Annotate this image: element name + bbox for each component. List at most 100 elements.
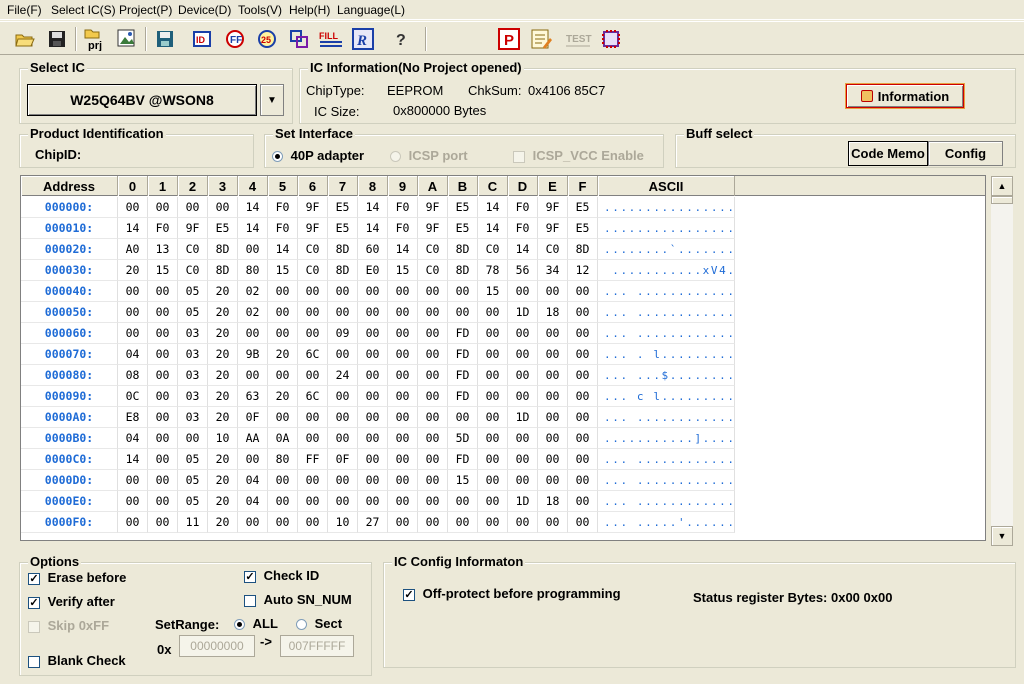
byte-cell[interactable]: 00: [268, 365, 298, 386]
byte-cell[interactable]: 00: [508, 449, 538, 470]
byte-cell[interactable]: 9B: [238, 344, 268, 365]
table-row[interactable]: 000070: 04 00 03 20 9B 20 6C 00 00 00 00 FD 00 00 00 00.…: [21, 344, 985, 365]
help-icon[interactable]: ?: [388, 27, 414, 51]
byte-cell[interactable]: 00: [148, 323, 178, 344]
byte-cell[interactable]: 11: [178, 512, 208, 533]
byte-cell[interactable]: 00: [418, 470, 448, 491]
auto-program-icon[interactable]: P: [496, 27, 522, 51]
menu-help[interactable]: Help(H): [289, 3, 330, 17]
byte-cell[interactable]: 14: [238, 218, 268, 239]
erase-before-checkbox[interactable]: ✓ Erase before: [28, 570, 126, 585]
byte-cell[interactable]: 00: [388, 302, 418, 323]
chip-select-icon[interactable]: [598, 27, 624, 51]
table-row[interactable]: 000010: 14 F0 9F E5 14 F0 9F E5 14 F0 9F E5 14 F0 9F E5.…: [21, 218, 985, 239]
byte-cell[interactable]: 15: [268, 260, 298, 281]
byte-cell[interactable]: 20: [208, 470, 238, 491]
byte-cell[interactable]: 00: [418, 302, 448, 323]
byte-cell[interactable]: 14: [118, 449, 148, 470]
byte-cell[interactable]: FD: [448, 449, 478, 470]
byte-cell[interactable]: 5D: [448, 428, 478, 449]
table-row[interactable]: 000040: 00 00 05 20 02 00 00 00 00 00 00 00 15 00 00 00.…: [21, 281, 985, 302]
byte-cell[interactable]: 05: [178, 449, 208, 470]
byte-cell[interactable]: 00: [358, 449, 388, 470]
byte-cell[interactable]: 00: [388, 491, 418, 512]
combo-dropdown-button[interactable]: ▼: [260, 84, 284, 116]
byte-cell[interactable]: 00: [298, 407, 328, 428]
byte-cell[interactable]: 14: [478, 197, 508, 218]
byte-cell[interactable]: F0: [148, 218, 178, 239]
byte-cell[interactable]: 00: [478, 491, 508, 512]
byte-cell[interactable]: 00: [568, 365, 598, 386]
byte-cell[interactable]: 1D: [508, 491, 538, 512]
byte-cell[interactable]: A0: [118, 239, 148, 260]
byte-cell[interactable]: 00: [148, 491, 178, 512]
program-icon[interactable]: [286, 27, 312, 51]
table-row[interactable]: 000000: 00 00 00 00 14 F0 9F E5 14 F0 9F E5 14 F0 9F E5.…: [21, 197, 985, 218]
byte-cell[interactable]: 00: [268, 512, 298, 533]
byte-cell[interactable]: 00: [478, 365, 508, 386]
byte-cell[interactable]: 14: [238, 197, 268, 218]
byte-cell[interactable]: 20: [208, 281, 238, 302]
byte-cell[interactable]: 00: [148, 428, 178, 449]
table-row[interactable]: 000020: A0 13 C0 8D 00 14 C0 8D 60 14 C0 8D C0 14 C0 8D.…: [21, 239, 985, 260]
byte-cell[interactable]: 24: [328, 365, 358, 386]
hex-buffer-grid[interactable]: Address 0 1 2 3 4 5 6 7 8 9 A B C D E F ASCII 000000: 00 00…: [20, 175, 986, 541]
byte-cell[interactable]: C0: [298, 260, 328, 281]
byte-cell[interactable]: 00: [538, 407, 568, 428]
byte-cell[interactable]: FD: [448, 323, 478, 344]
byte-cell[interactable]: 03: [178, 344, 208, 365]
byte-cell[interactable]: 00: [118, 512, 148, 533]
byte-cell[interactable]: 00: [268, 302, 298, 323]
byte-cell[interactable]: F0: [388, 197, 418, 218]
byte-cell[interactable]: 00: [298, 323, 328, 344]
open-folder-icon[interactable]: [12, 27, 38, 51]
byte-cell[interactable]: 00: [448, 512, 478, 533]
byte-cell[interactable]: 00: [538, 344, 568, 365]
byte-cell[interactable]: 00: [388, 281, 418, 302]
byte-cell[interactable]: 00: [238, 365, 268, 386]
range-sect-radio[interactable]: Sect: [296, 616, 342, 631]
byte-cell[interactable]: C0: [178, 239, 208, 260]
byte-cell[interactable]: 20: [208, 365, 238, 386]
byte-cell[interactable]: 00: [388, 344, 418, 365]
byte-cell[interactable]: 00: [238, 512, 268, 533]
byte-cell[interactable]: 00: [358, 491, 388, 512]
check-id-checkbox[interactable]: ✓ Check ID: [244, 568, 319, 583]
table-row[interactable]: 0000B0: 04 00 00 10 AA 0A 00 00 00 00 00 5D 00 00 00 00.…: [21, 428, 985, 449]
save-project-icon[interactable]: [114, 27, 140, 51]
byte-cell[interactable]: F0: [268, 218, 298, 239]
byte-cell[interactable]: 15: [388, 260, 418, 281]
table-row[interactable]: 0000C0: 14 00 05 20 00 80 FF 0F 00 00 00 FD 00 00 00 00.…: [21, 449, 985, 470]
byte-cell[interactable]: 00: [568, 302, 598, 323]
byte-cell[interactable]: 00: [268, 470, 298, 491]
byte-cell[interactable]: 15: [478, 281, 508, 302]
byte-cell[interactable]: 00: [358, 470, 388, 491]
byte-cell[interactable]: 14: [358, 197, 388, 218]
byte-cell[interactable]: 00: [508, 323, 538, 344]
byte-cell[interactable]: 15: [148, 260, 178, 281]
byte-cell[interactable]: 00: [118, 197, 148, 218]
byte-cell[interactable]: 00: [328, 491, 358, 512]
byte-cell[interactable]: 00: [478, 470, 508, 491]
byte-cell[interactable]: 14: [388, 239, 418, 260]
table-row[interactable]: 0000E0: 00 00 05 20 04 00 00 00 00 00 00 00 00 1D 18 00.…: [21, 491, 985, 512]
byte-cell[interactable]: 00: [358, 344, 388, 365]
byte-cell[interactable]: 00: [478, 407, 508, 428]
byte-cell[interactable]: 00: [388, 365, 418, 386]
byte-cell[interactable]: 00: [148, 302, 178, 323]
byte-cell[interactable]: 00: [478, 344, 508, 365]
range-end-input[interactable]: 007FFFFF: [280, 635, 354, 657]
byte-cell[interactable]: 0A: [268, 428, 298, 449]
byte-cell[interactable]: 00: [418, 386, 448, 407]
byte-cell[interactable]: 00: [538, 365, 568, 386]
verify-after-checkbox[interactable]: ✓ Verify after: [28, 594, 115, 609]
byte-cell[interactable]: 00: [358, 428, 388, 449]
byte-cell[interactable]: 02: [238, 302, 268, 323]
byte-cell[interactable]: 00: [508, 470, 538, 491]
byte-cell[interactable]: 00: [448, 281, 478, 302]
byte-cell[interactable]: 8D: [448, 260, 478, 281]
byte-cell[interactable]: 8D: [448, 239, 478, 260]
byte-cell[interactable]: 05: [178, 281, 208, 302]
byte-cell[interactable]: 00: [508, 428, 538, 449]
byte-cell[interactable]: 00: [568, 386, 598, 407]
